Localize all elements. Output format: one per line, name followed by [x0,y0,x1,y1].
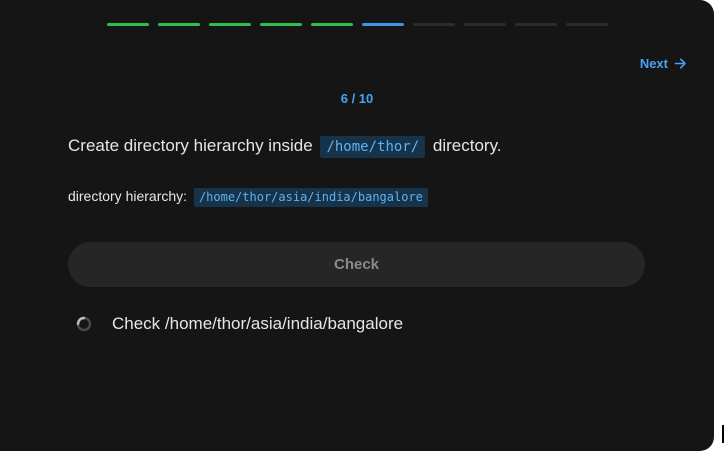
hierarchy-line: directory hierarchy: /home/thor/asia/ind… [68,186,428,207]
question-suffix: directory. [432,136,502,155]
progress-bar [107,23,608,26]
check-button-label: Check [333,256,380,273]
question-text: Create directory hierarchy inside /home/… [68,134,502,158]
text-cursor [722,425,724,443]
progress-segment-complete [311,23,353,26]
progress-segment-complete [158,23,200,26]
progress-segment-pending [464,23,506,26]
loading-spinner-icon [76,316,92,332]
progress-segment-pending [566,23,608,26]
question-prefix: Create directory hierarchy inside [68,136,313,155]
task-item: Check /home/thor/asia/india/bangalore [76,314,403,334]
check-button[interactable]: Check [68,242,645,287]
progress-segment-complete [107,23,149,26]
question-panel: Next 6 / 10 Create directory hierarchy i… [0,0,714,451]
hierarchy-code: /home/thor/asia/india/bangalore [193,188,428,207]
arrow-right-icon [674,58,686,69]
next-button[interactable]: Next [640,56,687,71]
task-label: Check /home/thor/asia/india/bangalore [112,314,404,333]
progress-segment-complete [209,23,251,26]
progress-segment-current [362,23,404,26]
hierarchy-label: directory hierarchy: [68,188,188,204]
progress-segment-pending [413,23,455,26]
next-label: Next [639,56,668,71]
progress-segment-pending [515,23,557,26]
question-counter: 6 / 10 [340,91,374,106]
question-code: /home/thor/ [320,136,426,158]
progress-segment-complete [260,23,302,26]
